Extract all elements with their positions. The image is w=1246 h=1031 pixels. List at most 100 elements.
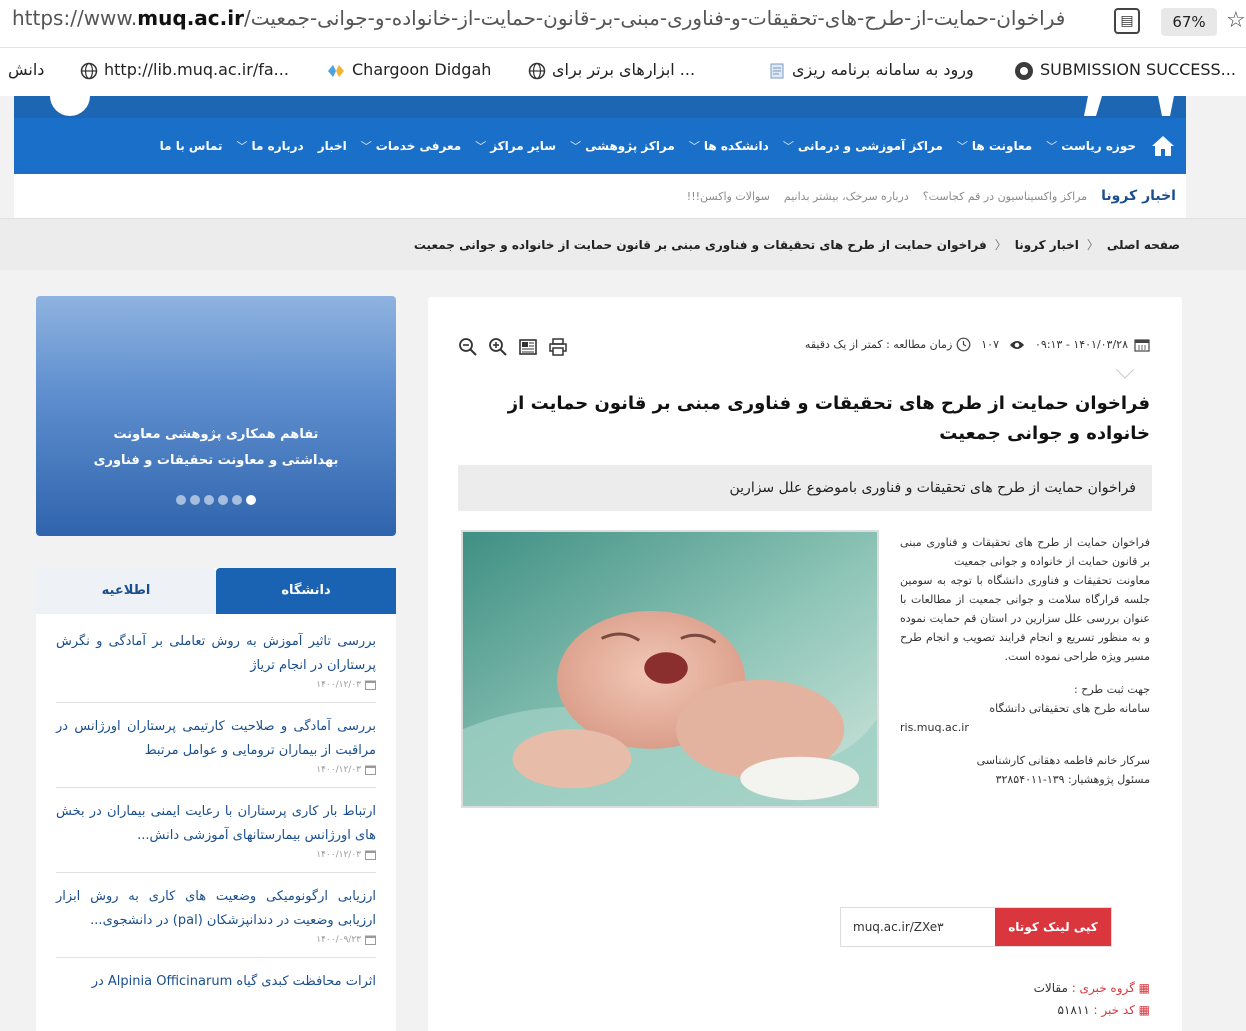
- list-item[interactable]: ارزیابی ارگونومیکی وضعیت های کاری به روش…: [56, 885, 376, 958]
- slider-dot[interactable]: [218, 495, 228, 505]
- slider-dot[interactable]: [204, 495, 214, 505]
- view-count: ۱۰۷: [981, 338, 999, 351]
- list-item[interactable]: بررسی آمادگی و صلاحیت کارتیمی پرستاران ا…: [56, 715, 376, 788]
- url-text[interactable]: https://www.muq.ac.ir/فراخوان-حمایت-از-ط…: [12, 6, 1065, 30]
- zoom-in-icon[interactable]: [488, 337, 508, 357]
- tag-icon: ▦: [1134, 1003, 1150, 1017]
- slider-dot-active[interactable]: [246, 495, 256, 505]
- nav-item[interactable]: اخبار: [318, 139, 347, 153]
- nav-item[interactable]: مراکز پژوهشی﹀: [570, 138, 675, 154]
- article-footer-meta: ▦ گروه خبری : مقالات ▦ کد خبر : ۵۱۸۱۱: [1034, 977, 1150, 1021]
- article-meta: ۱۴۰۱/۰۳/۲۸ - ۰۹:۱۳ ۱۰۷ زمان مطالعه : کمت…: [805, 337, 1150, 352]
- article-card: ۱۴۰۱/۰۳/۲۸ - ۰۹:۱۳ ۱۰۷ زمان مطالعه : کمت…: [428, 297, 1182, 1031]
- article-body: فراخوان حمایت از طرح های تحقیقات و فناور…: [900, 533, 1150, 803]
- copy-short-link-button[interactable]: کپی لینک کوتاه: [995, 908, 1111, 946]
- list-item-date-row: ۱۴۰۰/۱۲/۰۳: [56, 680, 376, 690]
- bookmark-tools[interactable]: ابزارهای برتر برای ...: [528, 60, 695, 80]
- body-paragraph-contact: سرکار خانم فاطمه دهقانی کارشناسی مسئول پژ…: [976, 754, 1150, 786]
- bookmark-star-icon[interactable]: ☆: [1226, 8, 1246, 33]
- article-lead: فراخوان حمایت از طرح های تحقیقات و فناور…: [458, 465, 1152, 511]
- breadcrumb-category[interactable]: اخبار کرونا: [1015, 238, 1079, 252]
- bookmark-partial[interactable]: دانش: [8, 60, 44, 79]
- list-item[interactable]: بررسی تاثیر آموزش به روش تعاملی بر آمادگ…: [56, 630, 376, 703]
- bookmark-submission[interactable]: SUBMISSION SUCCESS...: [1014, 60, 1236, 81]
- tab-announcements[interactable]: اطلاعیه: [36, 568, 216, 614]
- ticker-item[interactable]: مراکز واکسیناسیون در قم کجاست؟: [923, 190, 1087, 203]
- bookmark-label: ورود به سامانه برنامه ریزی: [792, 60, 974, 79]
- print-icon[interactable]: [548, 337, 568, 357]
- main-nav: حوزه ریاست﹀ معاونت ها﹀ مراکز آموزشی و در…: [14, 118, 1186, 174]
- chevron-down-icon: ﹀: [782, 140, 794, 153]
- short-link-input[interactable]: muq.ac.ir/ZXe۳: [841, 908, 995, 946]
- list-item[interactable]: اثرات محافظت کبدی گیاه Alpinia Officinar…: [56, 970, 376, 1006]
- slider-dot[interactable]: [232, 495, 242, 505]
- nav-item[interactable]: درباره ما﹀: [237, 138, 304, 154]
- nav-item[interactable]: دانشکده ها﹀: [689, 138, 769, 154]
- bookmark-planning[interactable]: ورود به سامانه برنامه ریزی: [768, 60, 974, 80]
- bookmark-label: ابزارهای برتر برای ...: [552, 60, 696, 79]
- calendar-icon: [365, 850, 376, 860]
- list-item-title[interactable]: بررسی آمادگی و صلاحیت کارتیمی پرستاران ا…: [56, 715, 376, 763]
- list-item-title[interactable]: ارتباط بار کاری پرستاران با رعایت ایمنی …: [56, 800, 376, 848]
- ticker-item[interactable]: درباره سرخک، بیشتر بدانیم: [784, 190, 909, 203]
- nav-item[interactable]: حوزه ریاست﹀: [1046, 138, 1136, 154]
- article-tools: [458, 337, 568, 357]
- site-header-band: [14, 96, 1186, 118]
- bookmark-label: دانش: [8, 60, 45, 79]
- bookmark-chargoon[interactable]: Chargoon Didgah: [326, 60, 491, 80]
- short-link-box: muq.ac.ir/ZXe۳ کپی لینک کوتاه: [840, 907, 1112, 947]
- list-item-title[interactable]: ارزیابی ارگونومیکی وضعیت های کاری به روش…: [56, 885, 376, 933]
- clock-icon: [956, 337, 971, 352]
- submit-url-link[interactable]: ris.muq.ac.ir: [900, 718, 1150, 737]
- reading-time: زمان مطالعه : کمتر از یک دقیقه: [804, 338, 953, 351]
- browser-url-bar[interactable]: https://www.muq.ac.ir/فراخوان-حمایت-از-ط…: [0, 0, 1246, 48]
- list-item-title[interactable]: اثرات محافظت کبدی گیاه Alpinia Officinar…: [56, 970, 376, 994]
- breadcrumb: صفحه اصلی 〈 اخبار کرونا 〈 فراخوان حمایت …: [0, 218, 1246, 270]
- news-code-row: ▦ کد خبر : ۵۱۸۱۱: [1057, 1003, 1150, 1017]
- news-group-value[interactable]: مقالات: [1034, 981, 1068, 995]
- list-item[interactable]: ارتباط بار کاری پرستاران با رعایت ایمنی …: [56, 800, 376, 873]
- newspaper-icon[interactable]: [518, 337, 538, 357]
- page-icon: [770, 63, 784, 78]
- body-paragraph-1: فراخوان حمایت از طرح های تحقیقات و فناور…: [900, 536, 1150, 663]
- chargoon-icon: [328, 64, 344, 77]
- bookmark-lib[interactable]: http://lib.muq.ac.ir/fa...: [80, 60, 289, 80]
- chevron-down-icon: ﹀: [956, 140, 968, 153]
- slider-dot[interactable]: [176, 495, 186, 505]
- tab-university[interactable]: دانشگاه: [216, 568, 396, 614]
- bookmarks-bar: http://lib.muq.ac.ir/fa... Chargoon Didg…: [0, 48, 1246, 96]
- promo-slider[interactable]: تفاهم همکاری پژوهشی معاونت بهداشتی و معاو…: [36, 296, 396, 536]
- chevron-down-icon: ﹀: [1046, 140, 1058, 153]
- list-item-date-row: ۱۴۰۰/۰۹/۲۳: [56, 935, 376, 945]
- home-icon[interactable]: [1150, 133, 1176, 159]
- title-caret-icon: [1116, 369, 1134, 379]
- bookmark-label: http://lib.muq.ac.ir/fa...: [104, 60, 289, 79]
- zoom-level-badge[interactable]: 67%: [1161, 8, 1217, 36]
- ticker-item[interactable]: سوالات واکسن!!!: [687, 190, 770, 203]
- eye-icon: [1010, 340, 1024, 349]
- url-prefix: https://www.: [12, 6, 138, 30]
- nav-item[interactable]: معرفی خدمات﹀: [361, 138, 461, 154]
- chevron-down-icon: ﹀: [475, 140, 487, 153]
- nav-item[interactable]: سایر مراکز﹀: [475, 138, 556, 154]
- slider-dot[interactable]: [190, 495, 200, 505]
- calendar-icon: [365, 680, 376, 690]
- article-date: ۱۴۰۱/۰۳/۲۸ - ۰۹:۱۳: [1035, 338, 1128, 351]
- globe-icon: [528, 62, 546, 79]
- calendar-icon: [365, 765, 376, 775]
- globe-icon: [80, 62, 98, 79]
- promo-caption: تفاهم همکاری پژوهشی معاونت بهداشتی و معاو…: [93, 427, 339, 468]
- reader-view-icon[interactable]: ▤: [1114, 8, 1140, 34]
- nav-item[interactable]: مراکز آموزشی و درمانی﹀: [783, 138, 943, 154]
- breadcrumb-home[interactable]: صفحه اصلی: [1107, 238, 1180, 252]
- list-item-title[interactable]: بررسی تاثیر آموزش به روش تعاملی بر آمادگ…: [56, 630, 376, 678]
- newborn-photo: [461, 530, 879, 808]
- news-ticker: اخبار کرونا مراکز واکسیناسیون در قم کجاس…: [14, 174, 1186, 218]
- nav-item[interactable]: معاونت ها﹀: [957, 138, 1032, 154]
- submission-icon: [1015, 61, 1033, 80]
- zoom-out-icon[interactable]: [458, 337, 478, 357]
- nav-item[interactable]: تماس با ما: [160, 139, 223, 153]
- header-emblem: [1084, 96, 1174, 116]
- body-paragraph-submit: جهت ثبت طرح : سامانه طرح های تحقیقاتی دان…: [900, 680, 1150, 737]
- ticker-label[interactable]: اخبار کرونا: [1101, 188, 1176, 204]
